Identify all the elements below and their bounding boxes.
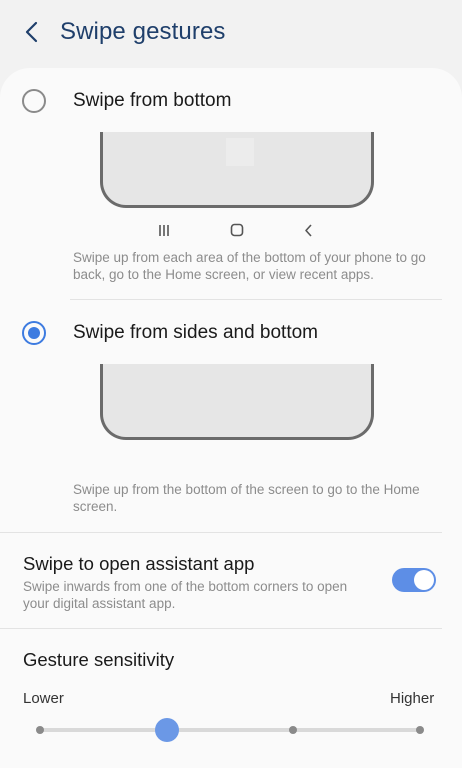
preview-placeholder: [226, 138, 254, 166]
back-icon: [305, 224, 312, 237]
home-icon: [230, 223, 244, 237]
radio-swipe-from-sides-and-bottom[interactable]: [22, 321, 46, 345]
top-app-bar: Swipe gestures: [0, 0, 462, 68]
option-label: Swipe from bottom: [73, 90, 232, 111]
option-description: Swipe up from each area of the bottom of…: [73, 250, 426, 282]
divider: [70, 299, 442, 300]
assistant-app-setting[interactable]: Swipe to open assistant app Swipe inward…: [0, 543, 462, 623]
toggle-knob: [414, 570, 434, 590]
radio-swipe-from-bottom[interactable]: [22, 89, 46, 113]
slider-stop: [416, 726, 424, 734]
nav-buttons-preview: [100, 220, 374, 242]
divider: [0, 532, 442, 533]
phone-preview-sides: [100, 364, 374, 440]
sensitivity-title: Gesture sensitivity: [23, 649, 175, 670]
setting-description: Swipe inwards from one of the bottom cor…: [23, 579, 348, 611]
option-swipe-from-bottom[interactable]: Swipe from bottom: [0, 79, 462, 123]
slider-stop: [289, 726, 298, 734]
divider: [0, 628, 442, 629]
option-label: Swipe from sides and bottom: [73, 322, 319, 343]
phone-preview-bottom: [100, 132, 374, 208]
page-title: Swipe gestures: [60, 18, 226, 45]
chevron-left-icon: [25, 21, 38, 43]
back-button[interactable]: [16, 16, 48, 48]
assistant-toggle[interactable]: [392, 568, 436, 592]
slider-track: [40, 728, 420, 732]
option-swipe-from-sides-and-bottom[interactable]: Swipe from sides and bottom: [0, 311, 462, 355]
sensitivity-slider[interactable]: [30, 716, 432, 744]
slider-max-label: Higher: [390, 690, 435, 707]
slider-thumb[interactable]: [154, 718, 179, 742]
slider-stop: [36, 726, 44, 734]
recents-icon: [159, 225, 169, 236]
setting-title: Swipe to open assistant app: [23, 553, 255, 574]
option-description: Swipe up from the bottom of the screen t…: [73, 482, 420, 514]
slider-min-label: Lower: [23, 690, 64, 707]
radio-selected-dot: [28, 327, 40, 339]
